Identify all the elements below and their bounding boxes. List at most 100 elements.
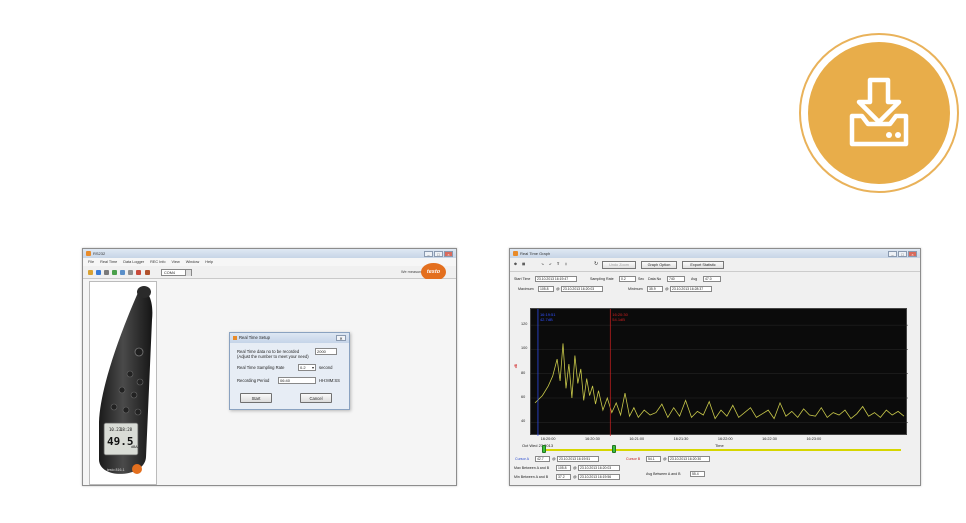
data-no-field: 740	[667, 276, 685, 282]
download-icon	[849, 77, 909, 147]
minimize-button[interactable]: –	[424, 250, 433, 257]
open-folder-icon[interactable]	[88, 270, 93, 275]
avg-between-label: Avg Between A and B	[646, 472, 681, 476]
y-tick-label: 100	[521, 346, 528, 351]
date-label: Oct Wed 23 2013	[522, 443, 554, 448]
refresh-icon[interactable]: ↻	[594, 261, 598, 267]
logger-icon[interactable]	[120, 270, 125, 275]
graph-workspace: ⊕ ▦ ↘ ↙ T ‡ ↻ Undo Zoom Graph Option Exp…	[510, 258, 920, 485]
rate-select[interactable]: 0.2 ▾	[298, 364, 316, 371]
menu-bar: File Real Time Data Logger REC Info View…	[83, 258, 456, 266]
x-tick-label: 16:20:00	[540, 437, 556, 441]
grid-icon[interactable]: ▦	[522, 262, 525, 266]
avg-field: 47.0	[703, 276, 721, 282]
meter-image-panel: 10.23 18:28 49.5 dBA testo 816-1	[89, 281, 157, 485]
x-tick-label: 16:21:00	[629, 437, 645, 441]
min-at-icon: @	[665, 287, 669, 291]
rate-unit: second	[319, 365, 333, 370]
menu-data-logger[interactable]: Data Logger	[123, 258, 144, 266]
period-unit: HH:MM:SS	[319, 378, 340, 383]
workspace: 10.23 18:28 49.5 dBA testo 816-1 Real Ti…	[83, 279, 456, 485]
window-titlebar: RS232 – □ ×	[83, 249, 456, 258]
data-no-label: Data No	[648, 277, 662, 281]
cursor-b-handle[interactable]	[612, 445, 616, 453]
meter-time: 18:28	[120, 427, 133, 432]
stop-icon[interactable]	[136, 270, 141, 275]
cursor-a-icon[interactable]: ↘	[541, 262, 544, 266]
dialog-titlebar: Real Time Setup ✕	[230, 333, 349, 343]
download-badge[interactable]	[808, 42, 950, 184]
graph-minimize-button[interactable]: –	[888, 250, 897, 257]
cursor-a-time: 23.10.2013 16:19:51	[557, 456, 599, 462]
sound-level-trace	[534, 343, 905, 420]
cursor-b-icon[interactable]: ↙	[549, 262, 552, 266]
screenshot-realtime-graph: Real Time Graph – □ × ⊕ ▦ ↘ ↙ T ‡ ↻ Undo…	[509, 248, 921, 486]
marker-icon[interactable]: ‡	[565, 262, 567, 266]
cursor-a-label: Cursor A	[515, 457, 529, 461]
realtime-chart[interactable]: 16:19:51 42.7dB 16:20:30 54.1dB	[530, 308, 908, 436]
records-hint: (Adjust the number to meet your need)	[237, 354, 309, 359]
graph-maximize-button[interactable]: □	[898, 250, 907, 257]
cursor-a-value: 42.7	[535, 456, 550, 462]
menu-window[interactable]: Window	[186, 258, 200, 266]
cursor-slider-track[interactable]	[546, 449, 901, 451]
export-statistic-button[interactable]: Export Statistic	[682, 261, 724, 269]
y-tick-label: 120	[521, 322, 528, 327]
menu-file[interactable]: File	[88, 258, 94, 266]
start-button[interactable]: Start	[240, 393, 272, 403]
period-label: Recording Period	[237, 378, 270, 383]
x-tick-label: 16:23:00	[806, 437, 822, 441]
y-tick-label: 40	[521, 419, 526, 424]
max-between-time: 23.10.2013 16:20:03	[578, 465, 620, 471]
sampling-rate-field: 0.2	[619, 276, 636, 282]
min-between-label: Min Between A and B	[514, 475, 549, 479]
maximum-time-field: 23.10.2013 16:20:03	[561, 286, 603, 292]
graph-close-button[interactable]: ×	[908, 250, 917, 257]
records-input[interactable]: 2000	[315, 348, 337, 355]
menu-rec-info[interactable]: REC Info	[150, 258, 165, 266]
cursor-b-value: 54.1	[646, 456, 661, 462]
start-time-field: 23.10.2013 16:19:47	[535, 276, 577, 282]
x-axis-label: Time	[715, 443, 724, 448]
cursor-a-at-icon: @	[552, 457, 556, 461]
graph-option-button[interactable]: Graph Option	[641, 261, 677, 269]
maximize-button[interactable]: □	[434, 250, 443, 257]
x-tick-label: 16:22:30	[762, 437, 777, 441]
menu-help[interactable]: Help	[205, 258, 213, 266]
x-tick-label: 16:20:30	[585, 437, 600, 441]
zoom-icon[interactable]: ⊕	[514, 262, 517, 266]
meter-reading: 49.5	[107, 435, 134, 448]
realtime-icon[interactable]	[112, 270, 117, 275]
undo-zoom-button[interactable]: Undo Zoom	[602, 261, 636, 269]
cursor-a-handle[interactable]	[542, 445, 546, 453]
realtime-setup-dialog: Real Time Setup ✕ Real Time data no to b…	[229, 332, 350, 410]
minimum-time-field: 23.10.2013 16:28:37	[670, 286, 712, 292]
minimum-label: Minimum	[628, 287, 643, 291]
min-between-value: 37.2	[556, 474, 571, 480]
menu-real-time[interactable]: Real Time	[100, 258, 117, 266]
min-between-time: 23.10.2013 16:19:56	[578, 474, 620, 480]
period-input[interactable]: 06:40	[278, 377, 316, 384]
graph-toolbar: ⊕ ▦ ↘ ↙ T ‡ ↻ Undo Zoom Graph Option Exp…	[510, 258, 920, 272]
device-icon[interactable]	[145, 270, 150, 275]
graph-window-title: Real Time Graph	[520, 251, 551, 256]
dialog-title: Real Time Setup	[239, 335, 270, 340]
minimum-field: 35.9	[647, 286, 663, 292]
close-button[interactable]: ×	[444, 250, 453, 257]
save-icon[interactable]	[96, 270, 101, 275]
start-time-label: Start Time	[514, 277, 531, 281]
cancel-button[interactable]: Cancel	[300, 393, 332, 403]
dialog-close-button[interactable]: ✕	[336, 335, 346, 341]
settings-icon[interactable]	[128, 270, 133, 275]
min-between-at-icon: @	[573, 475, 577, 479]
x-tick-label: 16:22:00	[717, 437, 733, 441]
max-at-icon: @	[556, 287, 560, 291]
text-tool-icon[interactable]: T	[557, 262, 559, 266]
dialog-icon	[233, 336, 237, 340]
menu-view[interactable]: View	[172, 258, 180, 266]
com-port-select[interactable]: COM4	[161, 269, 192, 276]
graph-window-titlebar: Real Time Graph – □ ×	[510, 249, 920, 258]
print-icon[interactable]	[104, 270, 109, 275]
app-icon	[86, 251, 91, 256]
sound-level-meter-image	[99, 286, 153, 474]
